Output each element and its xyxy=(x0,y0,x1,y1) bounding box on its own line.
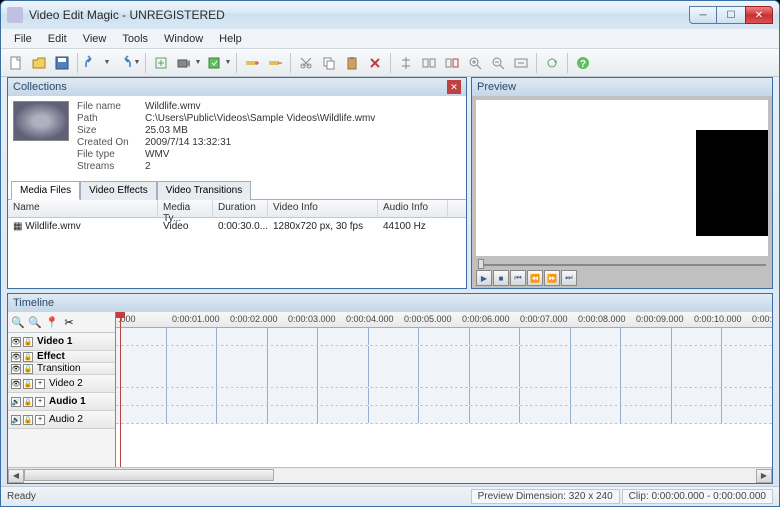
collections-panel: Collections ✕ File nameWildlife.wmv Path… xyxy=(7,77,467,289)
status-clip: Clip: 0:00:00.000 - 0:00:00.000 xyxy=(622,489,773,504)
redo-dropdown[interactable]: ▼ xyxy=(133,59,141,66)
save-button[interactable] xyxy=(51,52,73,74)
track-audio2[interactable]: 🔊🔒+Audio 2 xyxy=(8,411,115,429)
preview-video xyxy=(696,130,768,236)
minimize-button[interactable]: ─ xyxy=(689,6,717,24)
new-button[interactable] xyxy=(5,52,27,74)
close-button[interactable]: ✕ xyxy=(745,6,773,24)
remove-track-button[interactable] xyxy=(264,52,286,74)
ungroup-button[interactable] xyxy=(441,52,463,74)
help-button[interactable]: ? xyxy=(572,52,594,74)
toolbar: ▼ ▼ ▼ ▼ ? xyxy=(1,49,779,77)
svg-text:?: ? xyxy=(580,59,586,70)
track-effect[interactable]: 👁🔒Effect xyxy=(8,351,115,363)
playhead[interactable] xyxy=(120,312,121,467)
timeline-ruler[interactable]: .000 0:00:01.000 0:00:02.000 0:00:03.000… xyxy=(116,312,772,328)
add-track-button[interactable] xyxy=(241,52,263,74)
track-area-effect[interactable] xyxy=(116,346,772,358)
track-area-audio1[interactable] xyxy=(116,388,772,406)
next-frame-button[interactable]: ⏭ xyxy=(561,270,577,286)
cut-button[interactable] xyxy=(295,52,317,74)
status-dimension: Preview Dimension: 320 x 240 xyxy=(471,489,620,504)
export-button[interactable] xyxy=(203,52,225,74)
tl-cut[interactable]: ✂ xyxy=(61,314,77,330)
rewind-button[interactable]: ⏪ xyxy=(527,270,543,286)
table-row[interactable]: ▦ Wildlife.wmv Video 0:00:30.0... 1280x7… xyxy=(8,218,466,234)
play-button[interactable]: ▶ xyxy=(476,270,492,286)
menu-help[interactable]: Help xyxy=(212,31,249,47)
capture-dropdown[interactable]: ▼ xyxy=(194,59,202,66)
window-title: Video Edit Magic - UNREGISTERED xyxy=(29,8,689,22)
fit-button[interactable] xyxy=(510,52,532,74)
open-button[interactable] xyxy=(28,52,50,74)
menu-tools[interactable]: Tools xyxy=(115,31,155,47)
track-video2[interactable]: 👁🔒+Video 2 xyxy=(8,375,115,393)
menu-file[interactable]: File xyxy=(7,31,39,47)
preview-title: Preview xyxy=(477,81,516,93)
tl-zoom-out[interactable]: 🔍 xyxy=(27,314,43,330)
import-button[interactable] xyxy=(150,52,172,74)
statusbar: Ready Preview Dimension: 320 x 240 Clip:… xyxy=(1,486,779,506)
app-icon xyxy=(7,7,23,23)
preview-panel: Preview ▶ ■ ⏮ ⏪ ⏩ ⏭ xyxy=(471,77,773,289)
timeline-title: Timeline xyxy=(13,297,54,309)
export-dropdown[interactable]: ▼ xyxy=(224,59,232,66)
track-area-audio2[interactable] xyxy=(116,406,772,424)
group-button[interactable] xyxy=(418,52,440,74)
menu-window[interactable]: Window xyxy=(157,31,210,47)
tl-marker[interactable]: 📍 xyxy=(44,314,60,330)
paste-button[interactable] xyxy=(341,52,363,74)
tl-zoom-in[interactable]: 🔍 xyxy=(10,314,26,330)
zoom-in-button[interactable] xyxy=(464,52,486,74)
tab-media-files[interactable]: Media Files xyxy=(11,181,80,200)
stop-button[interactable]: ■ xyxy=(493,270,509,286)
zoom-out-button[interactable] xyxy=(487,52,509,74)
menu-edit[interactable]: Edit xyxy=(41,31,74,47)
track-transition[interactable]: 👁🔒Transition xyxy=(8,363,115,375)
seek-bar[interactable] xyxy=(478,262,766,268)
capture-button[interactable] xyxy=(173,52,195,74)
file-thumbnail xyxy=(13,101,69,141)
redo-button[interactable] xyxy=(112,52,134,74)
media-table: Name Media Ty... Duration Video Info Aud… xyxy=(8,200,466,288)
collections-close[interactable]: ✕ xyxy=(447,80,461,94)
status-ready: Ready xyxy=(7,491,36,502)
tab-video-transitions[interactable]: Video Transitions xyxy=(157,181,252,200)
titlebar: Video Edit Magic - UNREGISTERED ─ ☐ ✕ xyxy=(1,1,779,29)
menubar: File Edit View Tools Window Help xyxy=(1,29,779,49)
preview-area xyxy=(476,100,768,256)
track-video1[interactable]: 👁🔒Video 1 xyxy=(8,333,115,351)
timeline-scrollbar[interactable]: ◀▶ xyxy=(8,467,772,483)
prev-frame-button[interactable]: ⏮ xyxy=(510,270,526,286)
track-audio1[interactable]: 🔊🔒+Audio 1 xyxy=(8,393,115,411)
track-area-video1[interactable] xyxy=(116,328,772,346)
collections-title: Collections xyxy=(13,81,67,93)
refresh-button[interactable] xyxy=(541,52,563,74)
track-area-video2[interactable] xyxy=(116,370,772,388)
undo-dropdown[interactable]: ▼ xyxy=(103,59,111,66)
tab-video-effects[interactable]: Video Effects xyxy=(80,181,157,200)
split-button[interactable] xyxy=(395,52,417,74)
forward-button[interactable]: ⏩ xyxy=(544,270,560,286)
delete-button[interactable] xyxy=(364,52,386,74)
undo-button[interactable] xyxy=(82,52,104,74)
timeline-panel: Timeline 🔍 🔍 📍 ✂ 👁🔒Video 1 👁🔒Effect 👁🔒Tr… xyxy=(7,293,773,484)
copy-button[interactable] xyxy=(318,52,340,74)
track-area-transition[interactable] xyxy=(116,358,772,370)
menu-view[interactable]: View xyxy=(76,31,114,47)
maximize-button[interactable]: ☐ xyxy=(717,6,745,24)
